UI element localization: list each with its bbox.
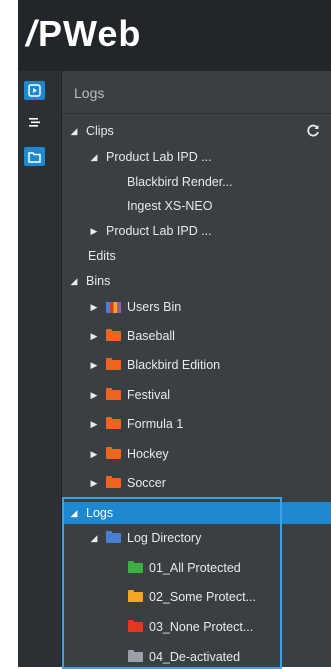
collapsed-arrow-icon[interactable]: ▶: [88, 302, 100, 313]
tree-item-label: Edits: [88, 249, 116, 263]
folder-icon: [106, 531, 121, 543]
tree-item-all-protected[interactable]: 01_All Protected: [62, 557, 331, 579]
app-logo: / PWeb: [26, 13, 142, 54]
tree-item-label: Product Lab IPD ...: [106, 224, 212, 238]
app-header: / PWeb: [18, 0, 331, 71]
tree-item-label: Baseball: [127, 329, 175, 343]
logo-mark: /: [26, 13, 38, 54]
expanded-arrow-icon[interactable]: ◢: [68, 276, 80, 287]
logs-panel: Logs ◢ Clips ◢ Product Lab IPD ... Black…: [62, 71, 331, 667]
left-rail: [18, 71, 62, 667]
tree-item-label: Hockey: [127, 447, 169, 461]
tree-item-label: 02_Some Protect...: [149, 590, 257, 604]
tree-item-label: 03_None Protect...: [149, 620, 254, 634]
play-icon: [28, 84, 41, 97]
folder-icon: [28, 151, 41, 163]
tree-item-label: Soccer: [127, 476, 166, 490]
tree-item-ingest-xs-neo[interactable]: Ingest XS-NEO: [62, 195, 331, 217]
folder-icon: [128, 561, 143, 573]
tree-item-blackbird-edition[interactable]: ▶ Blackbird Edition: [62, 354, 331, 376]
collapsed-arrow-icon[interactable]: ▶: [88, 331, 100, 342]
tree-item-label: Ingest XS-NEO: [127, 199, 213, 213]
logo-text: PWeb: [38, 13, 142, 54]
list-icon: [29, 118, 40, 127]
tree-item-label: Users Bin: [127, 300, 182, 314]
tree-item-label: Festival: [127, 388, 171, 402]
play-button[interactable]: [24, 81, 45, 100]
tree-item-baseball[interactable]: ▶ Baseball: [62, 325, 331, 347]
tree-item-label: Log Directory: [127, 531, 202, 545]
title-divider: [62, 113, 331, 114]
expanded-arrow-icon[interactable]: ◢: [88, 533, 100, 544]
folder-icon: [106, 358, 121, 370]
folder-button[interactable]: [24, 147, 45, 166]
tree-item-logs[interactable]: ◢ Logs: [62, 502, 331, 524]
tree-item-festival[interactable]: ▶ Festival: [62, 384, 331, 406]
tree-item-label: Blackbird Render...: [127, 175, 233, 189]
tree-item-bins[interactable]: ◢ Bins: [62, 270, 331, 292]
tree-item-none-protected[interactable]: 03_None Protect...: [62, 616, 331, 638]
tree-item-label: 04_De-activated: [149, 650, 241, 664]
tree-item-product-lab-2[interactable]: ▶ Product Lab IPD ...: [62, 220, 331, 242]
tree-item-edits[interactable]: Edits: [62, 245, 331, 267]
tree-item-blackbird-render[interactable]: Blackbird Render...: [62, 171, 331, 193]
collapsed-arrow-icon[interactable]: ▶: [88, 419, 100, 430]
tree-item-label: Product Lab IPD ...: [106, 150, 212, 164]
tree-item-label: 01_All Protected: [149, 561, 241, 575]
expanded-arrow-icon[interactable]: ◢: [68, 126, 80, 137]
collapsed-arrow-icon[interactable]: ▶: [88, 390, 100, 401]
tree-item-clips[interactable]: ◢ Clips: [62, 120, 331, 142]
folder-icon: [106, 417, 121, 429]
tree-item-formula-1[interactable]: ▶ Formula 1: [62, 413, 331, 435]
users-bin-icon: [106, 301, 121, 313]
tree-item-hockey[interactable]: ▶ Hockey: [62, 443, 331, 465]
tree-item-label: Logs: [86, 506, 114, 520]
app-window: / PWeb Logs ◢ Clips ◢ Product Lab IPD ..…: [18, 0, 331, 667]
folder-icon: [106, 476, 121, 488]
folder-icon: [128, 650, 143, 662]
collapsed-arrow-icon[interactable]: ▶: [88, 226, 100, 237]
collapsed-arrow-icon[interactable]: ▶: [88, 478, 100, 489]
panel-title: Logs: [74, 85, 105, 101]
tree-item-users-bin[interactable]: ▶ Users Bin: [62, 296, 331, 318]
folder-icon: [106, 447, 121, 459]
expanded-arrow-icon[interactable]: ◢: [88, 152, 100, 163]
tree-item-label: Clips: [86, 124, 114, 138]
folder-icon: [106, 329, 121, 341]
folder-icon: [128, 620, 143, 632]
tree-item-deactivated[interactable]: 04_De-activated: [62, 646, 331, 667]
tree-item-some-protected[interactable]: 02_Some Protect...: [62, 586, 331, 608]
tree-item-label: Formula 1: [127, 417, 184, 431]
collapsed-arrow-icon[interactable]: ▶: [88, 449, 100, 460]
tree-item-label: Blackbird Edition: [127, 358, 221, 372]
collapsed-arrow-icon[interactable]: ▶: [88, 360, 100, 371]
tree-item-label: Bins: [86, 274, 111, 288]
folder-icon: [106, 388, 121, 400]
expanded-arrow-icon[interactable]: ◢: [68, 508, 80, 519]
tree-item-soccer[interactable]: ▶ Soccer: [62, 472, 331, 494]
folder-icon: [128, 590, 143, 602]
list-button[interactable]: [24, 113, 45, 132]
tree-item-product-lab-1[interactable]: ◢ Product Lab IPD ...: [62, 146, 331, 168]
tree-item-log-directory[interactable]: ◢ Log Directory: [62, 527, 331, 549]
